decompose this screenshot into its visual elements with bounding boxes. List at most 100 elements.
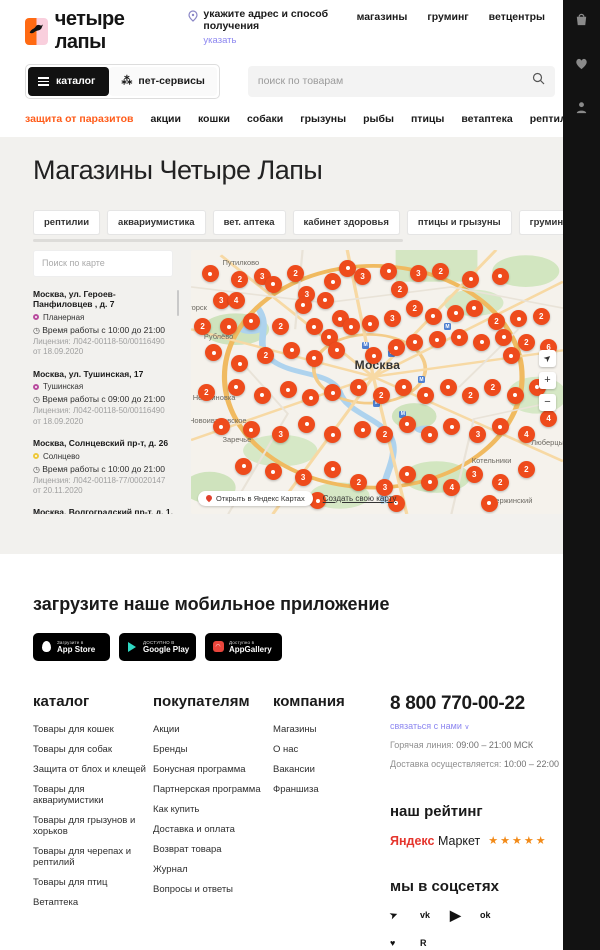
top-nav-item[interactable]: рыбы: [363, 113, 394, 125]
store-map-marker[interactable]: [425, 308, 442, 325]
store-map-marker[interactable]: 2: [198, 384, 215, 401]
telegram-icon[interactable]: ➤: [390, 907, 420, 924]
youtube-icon[interactable]: ▶: [450, 907, 480, 924]
store-map-marker[interactable]: [481, 495, 498, 512]
store-map-marker[interactable]: [473, 334, 490, 351]
store-map-marker[interactable]: [317, 292, 334, 309]
store-map-marker[interactable]: [265, 276, 282, 293]
app-store-badge[interactable]: ДОСТУПНО ВGoogle Play: [119, 633, 196, 661]
store-map-marker[interactable]: [202, 265, 219, 282]
store-type-chip[interactable]: рептилии: [33, 210, 100, 235]
store-map-marker[interactable]: [399, 416, 416, 433]
search-icon[interactable]: [532, 72, 545, 90]
footer-link[interactable]: Товары для грызунов и хорьков: [33, 815, 153, 837]
store-map-marker[interactable]: 2: [518, 461, 535, 478]
store-map-marker[interactable]: 2: [533, 308, 550, 325]
store-map-marker[interactable]: [492, 268, 509, 285]
footer-link[interactable]: Бренды: [153, 744, 273, 755]
footer-link[interactable]: Франшиза: [273, 784, 390, 795]
zen-icon[interactable]: ♥: [390, 938, 420, 948]
store-map-marker[interactable]: [280, 381, 297, 398]
store-map-marker[interactable]: [328, 342, 345, 359]
zoom-in-button[interactable]: +: [539, 372, 556, 389]
top-nav-item[interactable]: ветаптека: [461, 113, 512, 125]
store-map-marker[interactable]: [228, 379, 245, 396]
top-nav-item[interactable]: кошки: [198, 113, 230, 125]
store-type-chip[interactable]: аквариумистика: [107, 210, 206, 235]
store-list-item[interactable]: Москва, Волгоградский пр-т, д. 1, стр. 1…: [33, 507, 173, 513]
store-map-marker[interactable]: 2: [406, 300, 423, 317]
store-map-marker[interactable]: [298, 416, 315, 433]
footer-link[interactable]: Товары для аквариумистики: [33, 784, 153, 806]
store-type-chip[interactable]: птицы и грызуны: [407, 210, 512, 235]
store-map-marker[interactable]: [295, 297, 312, 314]
footer-link[interactable]: Товары для собак: [33, 744, 153, 755]
store-map-marker[interactable]: [324, 461, 341, 478]
header-menu-item[interactable]: магазины: [357, 11, 408, 23]
cart-icon[interactable]: [574, 12, 589, 32]
store-map-marker[interactable]: 3: [466, 466, 483, 483]
top-nav-item[interactable]: птицы: [411, 113, 444, 125]
store-map-marker[interactable]: [399, 466, 416, 483]
store-map-marker[interactable]: [243, 313, 260, 330]
app-store-badge[interactable]: Доступно вAppGallery: [205, 633, 282, 661]
product-search-input[interactable]: [258, 75, 532, 87]
store-map-marker[interactable]: [235, 458, 252, 475]
store-map-marker[interactable]: [213, 418, 230, 435]
store-map-marker[interactable]: 2: [492, 474, 509, 491]
rutube-icon[interactable]: R: [420, 938, 450, 948]
footer-link[interactable]: О нас: [273, 744, 390, 755]
top-nav-item[interactable]: грызуны: [300, 113, 346, 125]
zoom-out-button[interactable]: −: [539, 394, 556, 411]
store-map-marker[interactable]: [380, 263, 397, 280]
store-map-marker[interactable]: [429, 331, 446, 348]
store-map-marker[interactable]: [507, 387, 524, 404]
footer-link[interactable]: Акции: [153, 724, 273, 735]
footer-link[interactable]: Товары для птиц: [33, 877, 153, 888]
store-map-marker[interactable]: [492, 418, 509, 435]
footer-link[interactable]: Возврат товара: [153, 844, 273, 855]
store-map-marker[interactable]: 2: [518, 334, 535, 351]
profile-icon[interactable]: [574, 100, 589, 120]
footer-link[interactable]: Ветаптека: [33, 897, 153, 908]
store-map-marker[interactable]: [354, 421, 371, 438]
store-map-marker[interactable]: [495, 329, 512, 346]
store-map-marker[interactable]: [440, 379, 457, 396]
store-map-marker[interactable]: 4: [518, 426, 535, 443]
top-nav-item[interactable]: собаки: [247, 113, 283, 125]
footer-link[interactable]: Вопросы и ответы: [153, 884, 273, 895]
footer-link[interactable]: Магазины: [273, 724, 390, 735]
store-map-marker[interactable]: 3: [384, 310, 401, 327]
ok-icon[interactable]: ok: [480, 907, 510, 924]
yandex-market-rating[interactable]: Яндекс Маркет ★★★★★: [390, 834, 560, 848]
top-nav-item[interactable]: акции: [150, 113, 180, 125]
store-map-marker[interactable]: [466, 300, 483, 317]
contact-us-link[interactable]: связаться с нами ∨: [390, 721, 560, 731]
phone-number[interactable]: 8 800 770-00-22: [390, 693, 560, 715]
footer-link[interactable]: Партнерская программа: [153, 784, 273, 795]
store-list-item[interactable]: Москва, ул. Героев-Панфиловцев , д. 7 Пл…: [33, 289, 173, 358]
store-map-marker[interactable]: [503, 347, 520, 364]
footer-link[interactable]: Товары для кошек: [33, 724, 153, 735]
store-list-item[interactable]: Москва, ул. Тушинская, 17 Тушинская ◷ Вр…: [33, 369, 173, 427]
store-type-chip[interactable]: груминг-салон: [519, 210, 563, 235]
store-map-marker[interactable]: 2: [484, 379, 501, 396]
store-map-marker[interactable]: [406, 334, 423, 351]
store-type-chip[interactable]: кабинет здоровья: [293, 210, 400, 235]
store-map-marker[interactable]: [462, 271, 479, 288]
store-map-marker[interactable]: [362, 315, 379, 332]
store-map-marker[interactable]: 3: [295, 469, 312, 486]
store-map-marker[interactable]: [388, 339, 405, 356]
footer-link[interactable]: Вакансии: [273, 764, 390, 775]
store-map-marker[interactable]: 2: [373, 387, 390, 404]
vk-icon[interactable]: vk: [420, 907, 450, 924]
store-map-marker[interactable]: [451, 329, 468, 346]
geolocate-button[interactable]: ➤: [539, 350, 556, 367]
footer-link[interactable]: Как купить: [153, 804, 273, 815]
header-menu-item[interactable]: ветцентры: [489, 11, 545, 23]
store-map-marker[interactable]: [343, 318, 360, 335]
store-map-marker[interactable]: [395, 379, 412, 396]
app-store-badge[interactable]: Загрузите вApp Store: [33, 633, 110, 661]
address-picker[interactable]: укажите адрес и способ получения указать: [188, 8, 356, 46]
footer-link[interactable]: Доставка и оплата: [153, 824, 273, 835]
